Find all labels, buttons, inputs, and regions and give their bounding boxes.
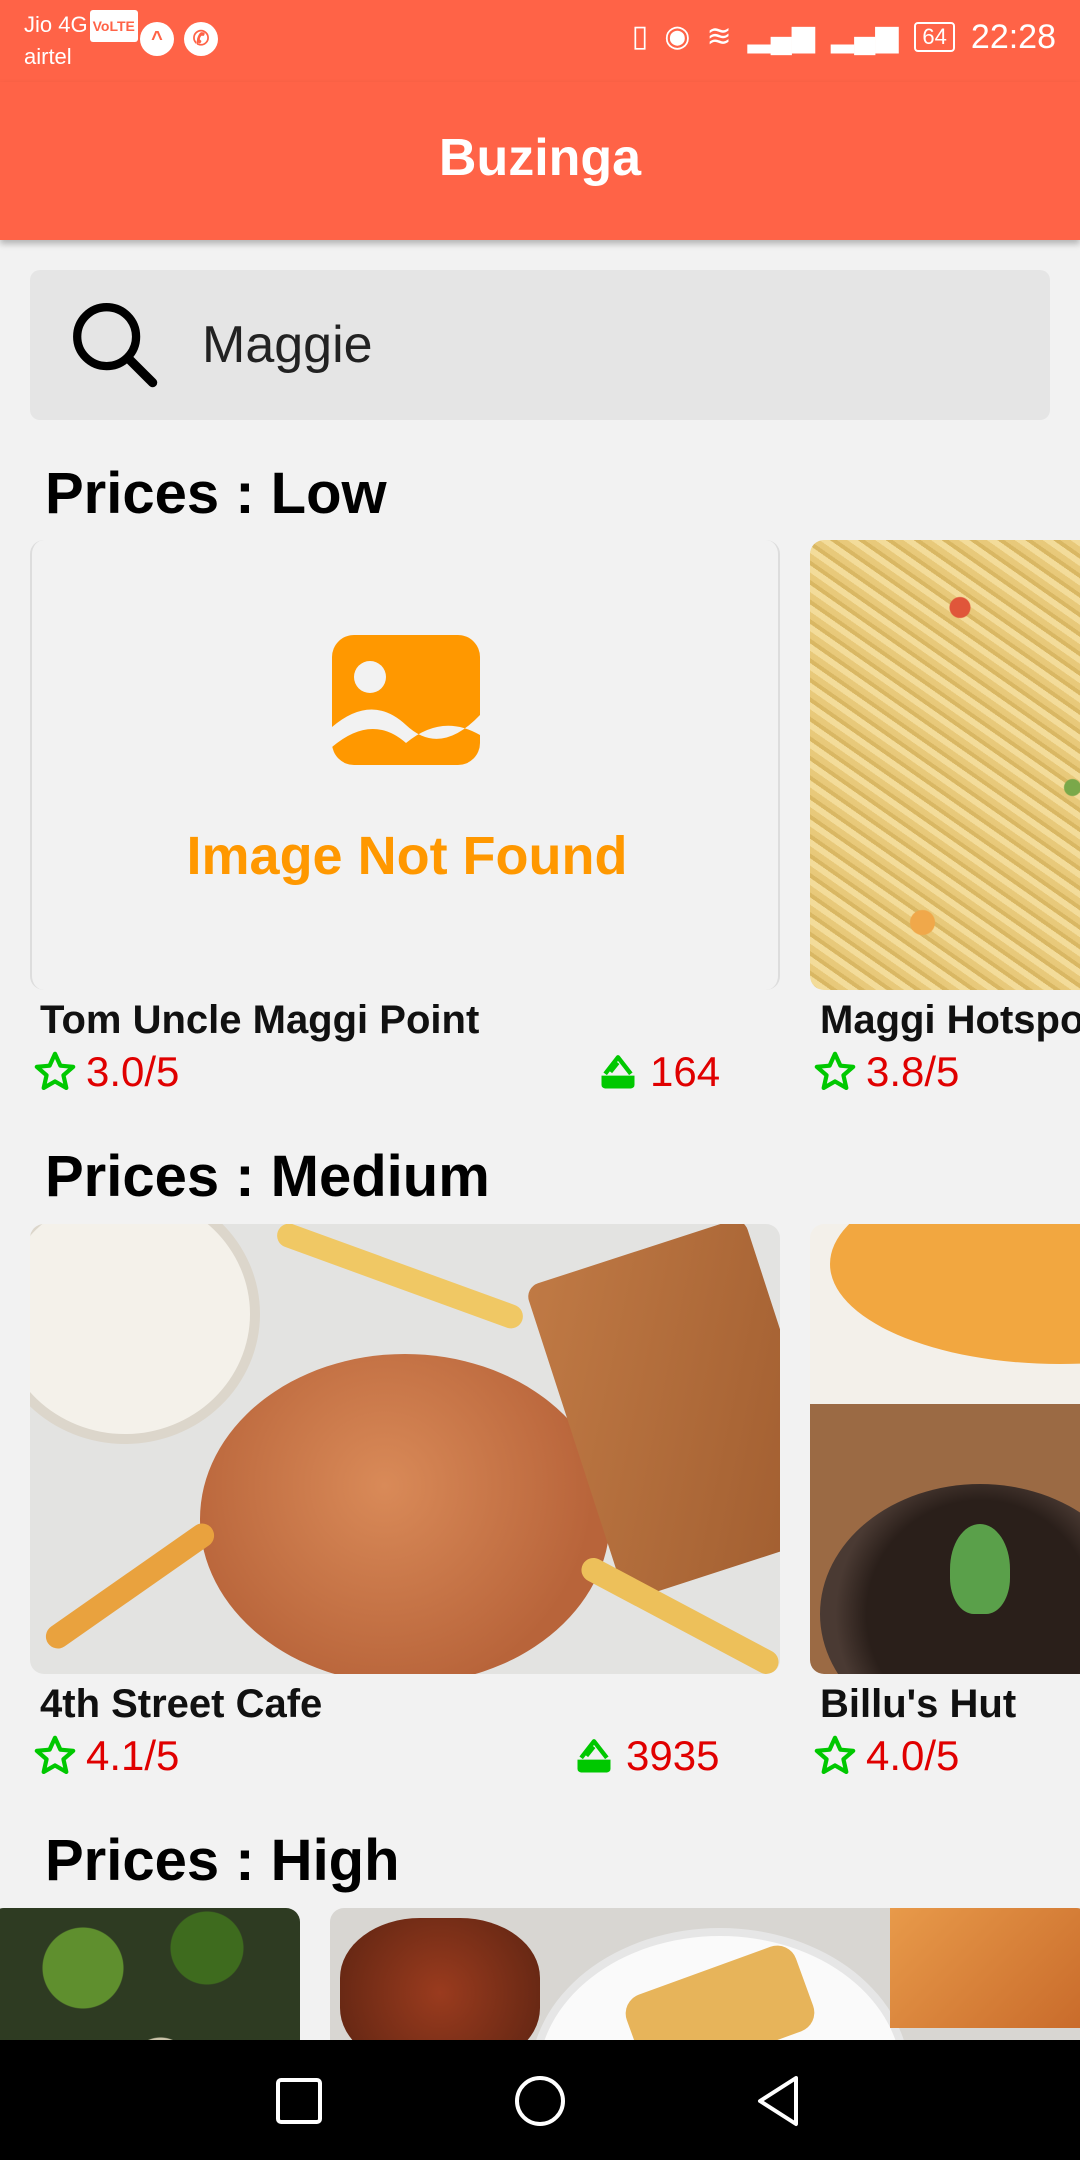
order-count-value: 164 xyxy=(650,1048,721,1095)
app-notification-icon: ^ xyxy=(140,22,174,56)
status-bar: Jio 4G VoLTE airtel ^ ✆ ▯ ◉ ≋ ▂▄▆ ▂▄▆ 64 … xyxy=(0,0,1080,82)
maggi-noodles-photo xyxy=(810,540,1080,990)
restaurant-name: Billu's Hut xyxy=(820,1682,1017,1726)
rating-value: 3.8/5 xyxy=(866,1048,960,1095)
rating: 4.0/5 xyxy=(812,1732,959,1780)
app-title: Buzinga xyxy=(438,129,642,187)
chicken-platter-photo xyxy=(330,1908,1080,2040)
star-icon xyxy=(34,1735,76,1775)
fries-shape-3 xyxy=(273,1224,527,1332)
carrier-primary: Jio 4G xyxy=(24,12,88,37)
clock: 22:28 xyxy=(970,17,1056,56)
carrier-secondary: airtel xyxy=(24,44,72,70)
home-button[interactable] xyxy=(513,2074,567,2128)
search-icon xyxy=(73,303,158,388)
burger-fries-sandwich-photo xyxy=(30,1224,780,1674)
pasta-plate-shape xyxy=(830,1224,1080,1364)
star-icon xyxy=(34,1051,76,1091)
rating: 3.0/5 xyxy=(32,1048,179,1096)
vibrate-icon: ▯ xyxy=(631,20,649,53)
image-not-found-text: Image Not Found xyxy=(186,826,628,886)
broccoli-dish-photo xyxy=(0,1908,300,2040)
search-bar[interactable]: Maggie xyxy=(30,270,1050,420)
row-high[interactable] xyxy=(0,1908,1080,2040)
section-title-low: Prices : Low xyxy=(45,461,387,526)
battery-icon: 64 xyxy=(914,22,955,52)
order-count: 3935 xyxy=(572,1732,719,1780)
rating-value: 3.0/5 xyxy=(86,1048,180,1095)
order-count: 164 xyxy=(596,1048,720,1096)
app-bar: Buzinga xyxy=(0,82,1080,240)
eye-comfort-icon: ◉ xyxy=(664,20,691,53)
carrier-info: Jio 4G VoLTE airtel xyxy=(24,10,138,72)
row-low[interactable]: Image Not Found Tom Uncle Maggi Point 3.… xyxy=(0,540,1080,1100)
order-count-value: 3935 xyxy=(626,1732,720,1779)
dish-icon xyxy=(601,1055,635,1089)
section-title-medium: Prices : Medium xyxy=(45,1144,490,1209)
recents-button[interactable] xyxy=(272,2074,326,2128)
system-nav-bar xyxy=(0,2040,1080,2160)
chicken-shape xyxy=(340,1918,540,2040)
star-icon xyxy=(814,1735,856,1775)
pastry-shape xyxy=(890,1908,1080,2028)
restaurant-name: Maggi Hotspot xyxy=(820,998,1080,1042)
search-input[interactable]: Maggie xyxy=(202,312,373,378)
image-placeholder-icon xyxy=(332,635,480,765)
wifi-icon: ≋ xyxy=(706,20,732,53)
back-button[interactable] xyxy=(752,2074,806,2128)
volte-badge: VoLTE xyxy=(89,10,138,43)
pasta-bowl-shape xyxy=(30,1224,260,1444)
restaurant-name: Tom Uncle Maggi Point xyxy=(40,998,480,1042)
dessert-pasta-photo xyxy=(810,1224,1080,1674)
fries-shape xyxy=(41,1518,219,1654)
rating-value: 4.0/5 xyxy=(866,1732,960,1779)
row-medium[interactable]: 4th Street Cafe 4.1/5 3935 Billu's Hut 4… xyxy=(0,1224,1080,1794)
rating-value: 4.1/5 xyxy=(86,1732,180,1779)
rating: 3.8/5 xyxy=(812,1048,959,1096)
star-icon xyxy=(814,1051,856,1091)
dish-icon xyxy=(577,1739,611,1773)
section-title-high: Prices : High xyxy=(45,1828,400,1893)
image-not-found-placeholder: Image Not Found xyxy=(30,540,780,990)
burger-bun-shape xyxy=(200,1354,610,1674)
mint-leaf-shape xyxy=(950,1524,1010,1614)
signal-icon-2: ▂▄▆ xyxy=(831,20,899,53)
restaurant-name: 4th Street Cafe xyxy=(40,1682,323,1726)
signal-icon: ▂▄▆ xyxy=(747,20,816,53)
whatsapp-icon: ✆ xyxy=(184,22,218,56)
rating: 4.1/5 xyxy=(32,1732,179,1780)
